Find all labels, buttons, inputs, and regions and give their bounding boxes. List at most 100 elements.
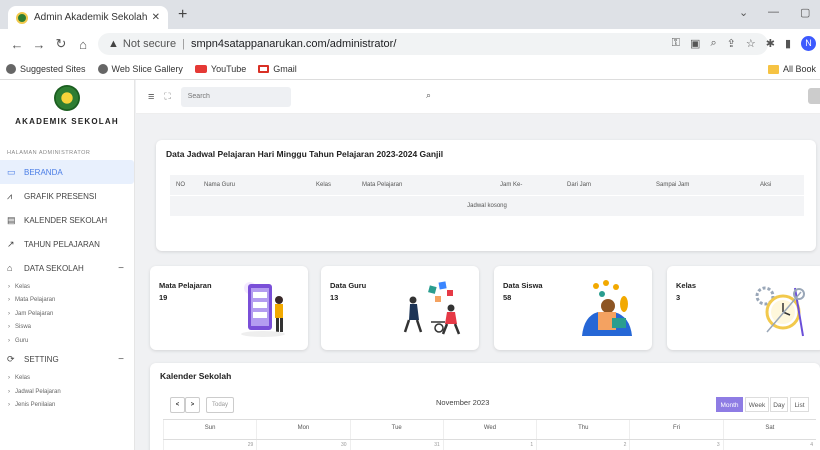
stat-card-kelas[interactable]: Kelas 3 (667, 266, 820, 350)
all-bookmarks[interactable]: All Book (767, 64, 816, 74)
sidebar-subitem-siswa[interactable]: › Siswa (0, 321, 134, 335)
calendar-day-cell[interactable]: 4 (722, 440, 816, 450)
tab-search-chevron-icon[interactable]: ⌄ (739, 6, 748, 19)
home-icon[interactable]: ⌂ (72, 37, 94, 52)
bookmark-suggested-sites[interactable]: Suggested Sites (6, 64, 86, 74)
weekday-label: Sat (722, 420, 816, 439)
stat-card-data-guru[interactable]: Data Guru 13 (321, 266, 479, 350)
refresh-icon: ⟳ (7, 354, 15, 364)
new-tab-button[interactable]: + (178, 7, 187, 23)
column-header: Sampai Jam (656, 182, 690, 188)
stat-value: 58 (503, 293, 512, 302)
bookmark-youtube[interactable]: YouTube (194, 64, 246, 74)
stat-card-data-siswa[interactable]: Data Siswa 58 (494, 266, 652, 350)
prev-month-button[interactable]: < (170, 397, 185, 413)
view-month-button[interactable]: Month (716, 397, 743, 412)
view-day-button[interactable]: Day (770, 397, 788, 412)
kalender-title: Kalender Sekolah (160, 371, 232, 381)
sidebar-subitem-setting-kelas[interactable]: › Kelas (0, 372, 134, 386)
browser-tab[interactable]: Admin Akademik Sekolah SMPN ✕ (8, 6, 168, 29)
user-avatar[interactable] (808, 88, 820, 104)
sidebar-subitem-label: Kelas (15, 375, 31, 382)
star-icon[interactable]: ☆ (746, 37, 756, 50)
chevron-right-icon: › (8, 324, 10, 331)
view-list-button[interactable]: List (790, 397, 809, 412)
collapse-icon[interactable]: − (118, 354, 124, 365)
site-favicon-icon (16, 11, 28, 24)
sidebar-subitem-jenis-penilaian[interactable]: › Jenis Penilaian (0, 399, 134, 413)
trend-icon: ↗ (7, 238, 15, 249)
security-status[interactable]: Not secure (123, 38, 176, 50)
calendar-month-label: November 2023 (436, 398, 490, 407)
sidebar-subitem-guru[interactable]: › Guru (0, 334, 134, 348)
jadwal-title: Data Jadwal Pelajaran Hari Minggu Tahun … (166, 149, 444, 159)
calendar-day-cell[interactable]: 2 (536, 440, 629, 450)
sidebar-subitem-label: Siswa (15, 324, 32, 331)
bookmark-web-slice-gallery[interactable]: Web Slice Gallery (97, 64, 183, 74)
sidebar-item-grafik-presensi[interactable]: ⩘ GRAFIK PRESENSI (0, 184, 134, 208)
calendar-day-cell[interactable]: 1 (442, 440, 536, 450)
school-logo (54, 85, 80, 111)
sidebar-item-setting[interactable]: ⟳ SETTING − (0, 348, 134, 372)
weekday-label: Tue (349, 420, 443, 439)
teacher-illustration (403, 281, 461, 335)
kalender-card: Kalender Sekolah < > Today November 2023… (150, 363, 820, 450)
search-input[interactable] (180, 86, 291, 107)
sidebar-subitem-jam-pelajaran[interactable]: › Jam Pelajaran (0, 307, 134, 321)
next-month-button[interactable]: > (185, 397, 200, 413)
calendar-day-cell[interactable]: 3 (629, 440, 722, 450)
bookmark-gmail[interactable]: Gmail (258, 64, 297, 74)
tab-close-icon[interactable]: ✕ (152, 12, 160, 23)
calendar-day-cell[interactable]: 31 (349, 440, 443, 450)
browser-tab-strip: Admin Akademik Sekolah SMPN ✕ + ⌄ — ▢ (0, 0, 820, 29)
translate-icon[interactable]: ▣ (690, 37, 700, 50)
sidebar-item-label: DATA SEKOLAH (24, 263, 84, 273)
stat-card-mata-pelajaran[interactable]: Mata Pelajaran 19 (150, 266, 308, 350)
forward-icon[interactable]: → (28, 37, 50, 52)
reload-icon[interactable]: ↻ (50, 36, 72, 52)
clock-gears-illustration (755, 286, 805, 337)
maximize-icon[interactable]: ▢ (800, 6, 810, 19)
search-icon[interactable]: ⌕ (426, 90, 431, 101)
sidebar-item-label: BERANDA (24, 167, 63, 177)
tab-title: Admin Akademik Sekolah SMPN (34, 12, 148, 23)
back-icon[interactable]: ← (6, 37, 28, 52)
sidebar-subitem-label: Jenis Penilaian (15, 402, 56, 409)
sidebar-item-label: TAHUN PELAJARAN (24, 239, 100, 249)
key-icon[interactable]: ⚿ (672, 37, 680, 50)
chevron-right-icon: › (8, 337, 10, 344)
weekday-label: Sun (163, 420, 256, 439)
view-week-button[interactable]: Week (745, 397, 769, 412)
warning-icon[interactable]: ▲ (108, 38, 119, 50)
chevron-right-icon: › (8, 297, 10, 304)
jadwal-empty-row: Jadwal kosong (170, 195, 804, 216)
folder-icon (767, 64, 779, 74)
school-icon: ⌂ (7, 263, 13, 273)
extensions-icon[interactable]: ✱ (766, 37, 775, 50)
minimize-icon[interactable]: — (768, 6, 779, 18)
sidebar-brand[interactable]: AKADEMIK SEKOLAH (0, 80, 134, 136)
today-button[interactable]: Today (206, 397, 234, 413)
sidebar-item-kalender-sekolah[interactable]: ▤ KALENDER SEKOLAH (0, 208, 134, 232)
url-text[interactable]: smpn4satappanarukan.com/administrator/ (191, 38, 396, 50)
sidebar-subitem-kelas[interactable]: › Kelas (0, 280, 134, 294)
sidebar-item-tahun-pelajaran[interactable]: ↗ TAHUN PELAJARAN (0, 232, 134, 256)
fullscreen-icon[interactable]: ⛶ (164, 91, 170, 102)
collapse-icon[interactable]: − (118, 263, 124, 274)
sidebar-subitem-mata-pelajaran[interactable]: › Mata Pelajaran (0, 294, 134, 308)
sidebar-subitem-jadwal-pelajaran[interactable]: › Jadwal Pelajaran (0, 385, 134, 399)
share-icon[interactable]: ⇪ (727, 37, 736, 50)
column-header: Nama Guru (204, 182, 236, 188)
zoom-icon[interactable]: ⌕ (710, 37, 716, 50)
sidebar-item-data-sekolah[interactable]: ⌂ DATA SEKOLAH − (0, 256, 134, 280)
sidebar-item-beranda[interactable]: ▭ BERANDA (0, 160, 134, 184)
column-header: NO (176, 182, 185, 188)
profile-avatar[interactable]: N (801, 36, 816, 51)
calendar-day-cell[interactable]: 30 (256, 440, 349, 450)
calendar-day-cell[interactable]: 29 (163, 440, 256, 450)
address-bar[interactable]: ▲ Not secure | smpn4satappanarukan.com/a… (98, 33, 768, 55)
hamburger-menu-icon[interactable]: ≡ (148, 91, 154, 103)
toolbar-actions: ⚿ ▣ ⌕ ⇪ ☆ ✱ ▮ N (672, 36, 816, 51)
sidebar: AKADEMIK SEKOLAH HALAMAN ADMINISTRATOR ▭… (0, 80, 135, 450)
sidepanel-icon[interactable]: ▮ (785, 37, 791, 50)
